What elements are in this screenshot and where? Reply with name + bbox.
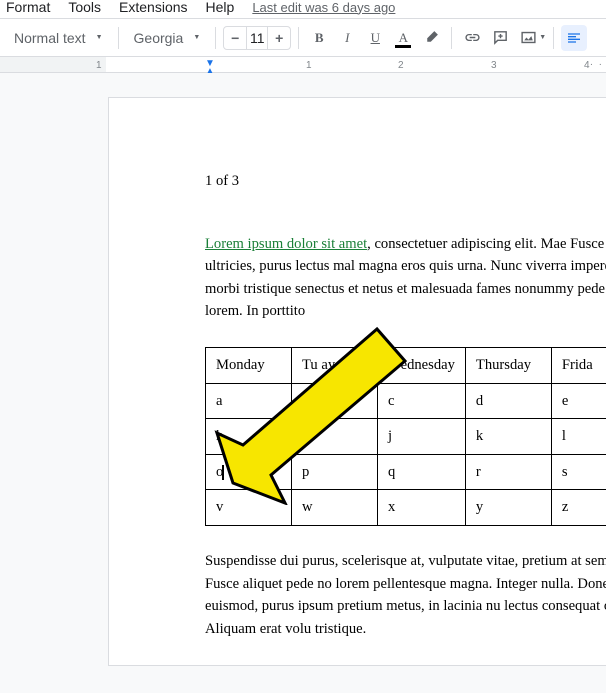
document-table[interactable]: Monday Tu ay Wednesday Thursday Frida a … [205, 347, 606, 526]
bold-button[interactable]: B [306, 25, 332, 51]
table-cell[interactable]: s [551, 454, 606, 490]
document-canvas[interactable]: 1 of 3 Lorem ipsum dolor sit amet, conse… [0, 73, 606, 693]
edit-status[interactable]: Last edit was 6 days ago [246, 0, 395, 15]
align-left-icon [566, 30, 582, 46]
table-row: a b c d e [206, 383, 606, 419]
separator [215, 27, 216, 49]
chevron-down-icon: ▼ [539, 34, 546, 41]
table-cell[interactable]: i [292, 419, 378, 455]
table-row: o ▼ p q r s [206, 454, 606, 490]
table-cell[interactable]: d [465, 383, 551, 419]
table-cell[interactable]: q [378, 454, 466, 490]
text-color-button[interactable]: A [390, 25, 416, 51]
table-cell[interactable]: b [292, 383, 378, 419]
text-cursor [222, 465, 224, 480]
ruler-mark: 4 [584, 60, 590, 71]
menu-format[interactable]: Format [0, 0, 56, 17]
separator [118, 27, 119, 49]
table-header-cell[interactable]: Tu ay [292, 348, 378, 384]
align-left-button[interactable] [561, 25, 587, 51]
highlight-button[interactable] [418, 25, 444, 51]
ruler-mark: 3 [491, 60, 497, 71]
table-cell[interactable]: l [551, 419, 606, 455]
paragraph-style-label: Normal text [14, 30, 86, 46]
separator [451, 27, 452, 49]
menu-help[interactable]: Help [200, 0, 241, 17]
insert-link-button[interactable] [459, 25, 485, 51]
separator [298, 27, 299, 49]
text-color-label: A [399, 30, 408, 46]
insert-image-button[interactable] [515, 25, 541, 51]
highlight-icon [423, 29, 440, 46]
table-cell[interactable]: p [292, 454, 378, 490]
paragraph: Lorem ipsum dolor sit amet, consectetuer… [205, 233, 606, 323]
table-header-cell[interactable]: Wednesday [378, 348, 466, 384]
paragraph: Suspendisse dui purus, scelerisque at, v… [205, 550, 606, 640]
font-size-value[interactable]: 11 [246, 27, 268, 49]
table-header-cell[interactable]: Monday [206, 348, 292, 384]
page: 1 of 3 Lorem ipsum dolor sit amet, conse… [108, 97, 606, 666]
table-cell[interactable]: x [378, 490, 466, 526]
ruler-mark: 2 [398, 60, 404, 71]
table-cell[interactable]: z [551, 490, 606, 526]
table-cell[interactable]: c [378, 383, 466, 419]
toolbar: Normal text ▼ Georgia ▼ − 11 + B I U A ▼ [0, 18, 606, 57]
separator [553, 27, 554, 49]
table-cell-active[interactable]: o ▼ [206, 454, 292, 490]
comment-icon [492, 29, 509, 46]
font-label: Georgia [134, 30, 184, 46]
ruler-tick: · · [590, 59, 602, 70]
page-number: 1 of 3 [205, 170, 606, 193]
table-header-cell[interactable]: Thursday [465, 348, 551, 384]
row-handle-icon[interactable]: ▼ [278, 449, 289, 460]
increase-font-button[interactable]: + [268, 27, 290, 49]
link-icon [464, 29, 481, 46]
table-row: v w x y z [206, 490, 606, 526]
font-dropdown[interactable]: Georgia ▼ [126, 26, 209, 50]
table-cell[interactable]: y [465, 490, 551, 526]
menu-extensions[interactable]: Extensions [113, 0, 193, 17]
menu-tools[interactable]: Tools [62, 0, 107, 17]
insert-comment-button[interactable] [487, 25, 513, 51]
table-row: Monday Tu ay Wednesday Thursday Frida [206, 348, 606, 384]
table-cell[interactable]: v [206, 490, 292, 526]
text-color-swatch [395, 45, 411, 48]
font-size-control: − 11 + [223, 26, 291, 50]
underline-button[interactable]: U [362, 25, 388, 51]
ruler-margin [0, 57, 106, 72]
page-content[interactable]: 1 of 3 Lorem ipsum dolor sit amet, conse… [205, 170, 606, 641]
decrease-font-button[interactable]: − [224, 27, 246, 49]
table-cell[interactable]: k [465, 419, 551, 455]
table-cell[interactable]: e [551, 383, 606, 419]
hyperlink[interactable]: Lorem ipsum dolor sit amet [205, 236, 367, 252]
italic-button[interactable]: I [334, 25, 360, 51]
ruler-mark: 1 [306, 60, 312, 71]
paragraph-style-dropdown[interactable]: Normal text ▼ [6, 26, 111, 50]
table-cell[interactable]: j [378, 419, 466, 455]
image-icon [520, 29, 537, 46]
chevron-down-icon: ▼ [193, 34, 200, 41]
table-cell[interactable]: a [206, 383, 292, 419]
table-cell[interactable]: w [292, 490, 378, 526]
table-cell[interactable]: r [465, 454, 551, 490]
ruler-mark: 1 [96, 60, 102, 71]
ruler[interactable]: 1 1 2 3 4 ▼ ▲ · · [0, 57, 606, 73]
table-header-cell[interactable]: Frida [551, 348, 606, 384]
table-row: h i j k l [206, 419, 606, 455]
chevron-down-icon: ▼ [96, 34, 103, 41]
